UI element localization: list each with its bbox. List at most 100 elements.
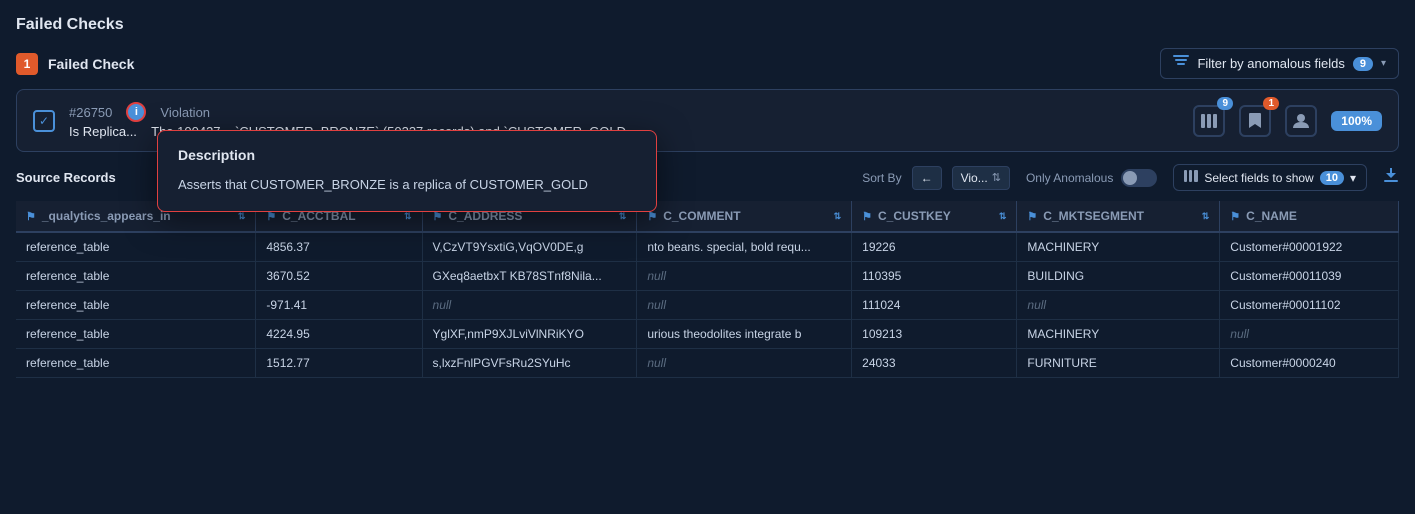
th-custkey: ⚑ C_CUSTKEY ⇅ [852, 201, 1017, 232]
icon-with-badge-1: 9 [1193, 105, 1225, 137]
table-cell: 4224.95 [256, 320, 422, 349]
table-cell: 3670.52 [256, 262, 422, 291]
user-icon[interactable] [1285, 105, 1317, 137]
col-flag-icon-5: ⚑ [1027, 210, 1037, 223]
th-comment: ⚑ C_COMMENT ⇅ [637, 201, 852, 232]
table-cell: reference_table [16, 232, 256, 262]
columns-badge: 9 [1217, 97, 1233, 110]
table-cell: Customer#00011039 [1220, 262, 1399, 291]
filter-label: Filter by anomalous fields [1197, 56, 1344, 71]
sort-value-label: Vio... [961, 171, 988, 185]
table-row: reference_table1512.77s,lxzFnlPGVFsRu2SY… [16, 349, 1399, 378]
table-cell: Customer#00001922 [1220, 232, 1399, 262]
only-anomalous-label: Only Anomalous [1026, 171, 1113, 185]
chevron-down-icon: ▾ [1381, 58, 1386, 69]
table-cell: null [637, 262, 852, 291]
table-cell: 111024 [852, 291, 1017, 320]
page-title: Failed Checks [16, 16, 1399, 34]
sort-icon-5[interactable]: ⇅ [1202, 211, 1210, 222]
failed-check-label: Failed Check [48, 56, 134, 72]
violation-label: Violation [160, 105, 210, 120]
filter-count-badge: 9 [1353, 57, 1373, 71]
table-cell: null [637, 349, 852, 378]
filter-anomalous-button[interactable]: Filter by anomalous fields 9 ▾ [1160, 48, 1399, 79]
sort-icon-1[interactable]: ⇅ [404, 211, 412, 222]
source-records-table: ⚑ _qualytics_appears_in ⇅ ⚑ C_ACCTBAL ⇅ [16, 201, 1399, 378]
col-flag-icon-4: ⚑ [862, 210, 872, 223]
failed-check-count: 1 [16, 53, 38, 75]
col-flag-icon-0: ⚑ [26, 210, 36, 223]
col-header-6: C_NAME [1246, 209, 1297, 223]
anomalous-toggle[interactable] [1121, 169, 1157, 187]
sort-arrow-icon: ⇅ [992, 171, 1001, 184]
check-id-row: #26750 i Violation [69, 102, 1179, 122]
table-cell: reference_table [16, 320, 256, 349]
arrow-left-icon: ← [921, 171, 933, 185]
table-cell: 19226 [852, 232, 1017, 262]
tooltip-title: Description [178, 147, 636, 163]
sort-left-button[interactable]: ← [912, 166, 942, 190]
table-cell: YglXF,nmP9XJLviVlNRiKYO [422, 320, 637, 349]
is-replica-label: Is Replica... [69, 124, 137, 139]
top-bar: 1 Failed Check Filter by anomalous field… [16, 48, 1399, 79]
col-flag-icon-6: ⚑ [1230, 210, 1240, 223]
table-cell: 110395 [852, 262, 1017, 291]
download-button[interactable] [1383, 167, 1399, 188]
table-row: reference_table4224.95YglXF,nmP9XJLviVlN… [16, 320, 1399, 349]
select-fields-count: 10 [1320, 171, 1344, 185]
check-row: ✓ #26750 i Violation Is Replica... The 1… [16, 89, 1399, 152]
table-cell: null [1220, 320, 1399, 349]
table-cell: reference_table [16, 291, 256, 320]
table-cell: Customer#0000240 [1220, 349, 1399, 378]
table-cell: 4856.37 [256, 232, 422, 262]
table-row: reference_table4856.37V,CzVT9YsxtiG,VqOV… [16, 232, 1399, 262]
table-cell: BUILDING [1017, 262, 1220, 291]
columns-icon-small [1184, 170, 1198, 185]
filter-icon [1173, 55, 1189, 72]
col-header-5: C_MKTSEGMENT [1043, 209, 1144, 223]
sort-icon-3[interactable]: ⇅ [834, 211, 842, 222]
col-header-0: _qualytics_appears_in [42, 209, 171, 223]
table-cell: -971.41 [256, 291, 422, 320]
check-id: #26750 [69, 105, 112, 120]
chevron-down-icon-select: ▾ [1350, 171, 1356, 185]
table-cell: reference_table [16, 262, 256, 291]
check-checkbox[interactable]: ✓ [33, 110, 55, 132]
info-icon-button[interactable]: i [126, 102, 146, 122]
source-records-title: Source Records [16, 170, 116, 185]
tooltip-body: Asserts that CUSTOMER_BRONZE is a replic… [178, 175, 636, 195]
table-cell: null [1017, 291, 1220, 320]
table-cell: GXeq8aetbxT KB78STnf8Nila... [422, 262, 637, 291]
table-cell: null [637, 291, 852, 320]
table-cell: null [422, 291, 637, 320]
table-row: reference_table-971.41nullnull111024null… [16, 291, 1399, 320]
check-right-icons: 9 1 100% [1193, 105, 1382, 137]
table-cell: MACHINERY [1017, 320, 1220, 349]
th-name: ⚑ C_NAME [1220, 201, 1399, 232]
sort-icon-2[interactable]: ⇅ [619, 211, 627, 222]
percent-badge: 100% [1331, 111, 1382, 131]
description-tooltip: Description Asserts that CUSTOMER_BRONZE… [157, 130, 657, 212]
bookmark-badge: 1 [1263, 97, 1279, 110]
table-cell: s,lxzFnlPGVFsRu2SYuHc [422, 349, 637, 378]
select-fields-label: Select fields to show [1204, 171, 1313, 185]
icon-with-badge-2: 1 [1239, 105, 1271, 137]
only-anomalous-row: Only Anomalous [1026, 169, 1157, 187]
table-cell: Customer#00011102 [1220, 291, 1399, 320]
th-mktsegment: ⚑ C_MKTSEGMENT ⇅ [1017, 201, 1220, 232]
sort-value-button[interactable]: Vio... ⇅ [952, 166, 1010, 190]
col-header-3: C_COMMENT [663, 209, 740, 223]
controls-row: Sort By ← Vio... ⇅ Only Anomalous [862, 164, 1399, 191]
sort-row: Sort By ← Vio... ⇅ [862, 166, 1010, 190]
table-cell: nto beans. special, bold requ... [637, 232, 852, 262]
table-cell: urious theodolites integrate b [637, 320, 852, 349]
col-header-4: C_CUSTKEY [878, 209, 951, 223]
table-body: reference_table4856.37V,CzVT9YsxtiG,VqOV… [16, 232, 1399, 378]
toggle-knob [1123, 171, 1137, 185]
table-cell: reference_table [16, 349, 256, 378]
sort-icon-0[interactable]: ⇅ [238, 211, 246, 222]
table-cell: V,CzVT9YsxtiG,VqOV0DE,g [422, 232, 637, 262]
table-cell: 109213 [852, 320, 1017, 349]
sort-icon-4[interactable]: ⇅ [999, 211, 1007, 222]
select-fields-button[interactable]: Select fields to show 10 ▾ [1173, 164, 1367, 191]
